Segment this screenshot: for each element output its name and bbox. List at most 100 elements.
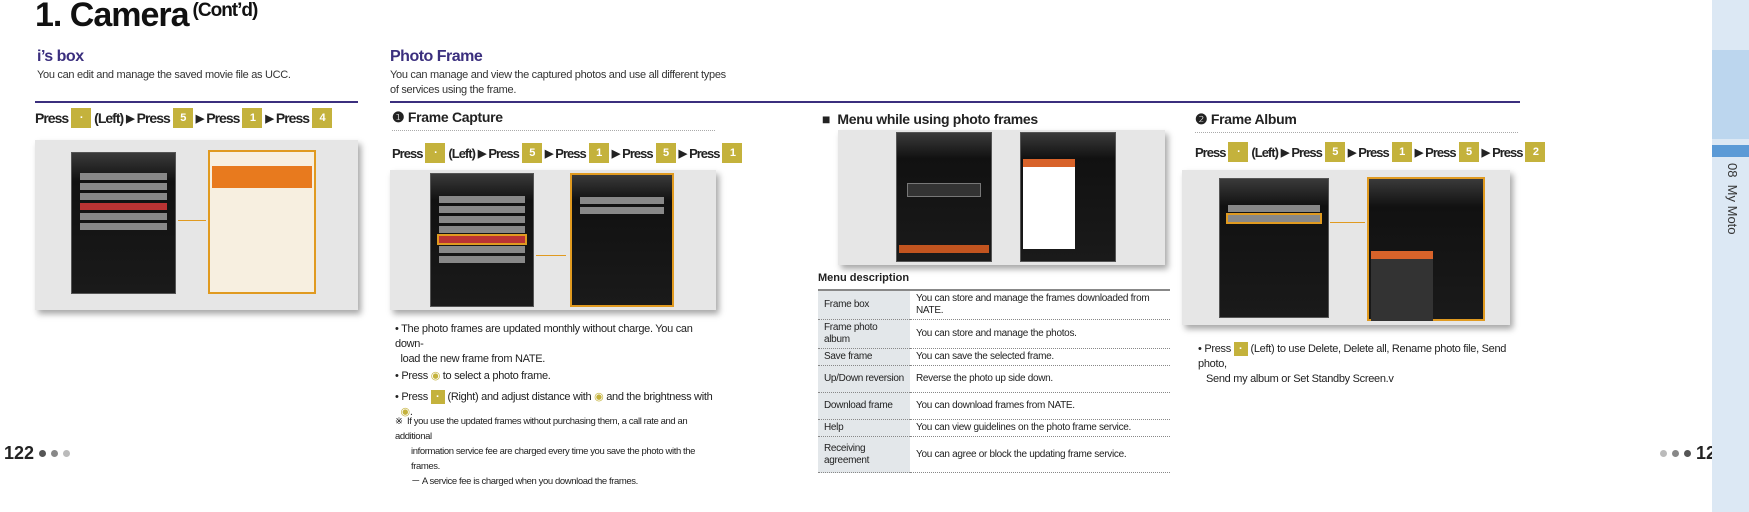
left-page-number: 122 xyxy=(4,443,71,464)
row-desc: You can download frames from NATE. xyxy=(910,392,1170,420)
row-name: Help xyxy=(818,419,910,437)
heading-text: Frame Capture xyxy=(407,109,503,125)
arrow-icon: ▶ xyxy=(1347,146,1357,159)
note-text: information service fee are charged ever… xyxy=(411,446,696,472)
arrow-icon: ▶ xyxy=(1280,146,1290,159)
arrow-icon: ▶ xyxy=(544,147,554,160)
photo-frame-description-1: You can manage and view the captured pho… xyxy=(390,69,726,81)
press-text: Press xyxy=(1291,144,1322,160)
phone-screen xyxy=(1367,177,1485,321)
heading-text: Frame Album xyxy=(1210,111,1297,127)
frame-album-screenshot xyxy=(1182,170,1510,325)
arrow-icon: ▶ xyxy=(195,112,205,125)
dot-icon xyxy=(39,450,47,457)
phone-screen xyxy=(896,132,992,262)
arrow-connector xyxy=(536,255,566,256)
dot-icon xyxy=(63,450,71,457)
photo-frame-heading: Photo Frame xyxy=(390,48,483,65)
arrow-icon: ▶ xyxy=(126,112,135,125)
isbox-heading: i’s box xyxy=(37,48,84,65)
frame-capture-heading: ❶ Frame Capture xyxy=(392,109,503,126)
press-text: Press xyxy=(1195,144,1226,160)
nav-key-icon: ◉ xyxy=(430,370,441,382)
isbox-screenshot xyxy=(35,140,358,310)
arrow-icon: ▶ xyxy=(477,147,487,160)
press-text: (Left) xyxy=(94,110,124,126)
dot-icon xyxy=(51,450,59,457)
soft-key: · xyxy=(425,143,446,163)
key-5: 5 xyxy=(1458,142,1479,162)
frame-album-bullet: • Press · (Left) to use Delete, Delete a… xyxy=(1198,342,1518,387)
isbox-description: You can edit and manage the saved movie … xyxy=(37,69,291,81)
frame-capture-press-sequence: Press · (Left) ▶ Press 5 ▶ Press 1 ▶ Press 5 ▶ P… xyxy=(392,143,743,163)
menu-screenshot xyxy=(838,130,1165,265)
divider xyxy=(35,101,358,103)
arrow-icon: ▶ xyxy=(1414,146,1424,159)
row-name: Save frame xyxy=(818,348,910,366)
photo-frame-description-2: of services using the frame. xyxy=(390,84,517,96)
bullet-text: Send my album or Set Standby Screen.v xyxy=(1206,373,1394,385)
phone-screen xyxy=(208,150,316,294)
key-1: 1 xyxy=(242,108,263,128)
title-suffix: (Cont’d) xyxy=(192,0,259,21)
row-name: Receiving agreement xyxy=(818,436,910,473)
phone-screen xyxy=(1020,132,1116,262)
key-1: 1 xyxy=(1391,142,1412,162)
press-text: Press xyxy=(1492,144,1523,160)
frame-capture-note: ※ If you use the updated frames without … xyxy=(395,414,725,489)
key-2: 2 xyxy=(1525,142,1546,162)
bullet-item: • Press ◉ to select a photo frame. xyxy=(395,370,551,382)
press-text: Press xyxy=(136,110,171,126)
dotted-divider xyxy=(1195,132,1518,133)
phone-screen xyxy=(71,152,176,294)
press-text: Press xyxy=(275,110,310,126)
dotted-divider xyxy=(392,130,715,131)
table-row: Frame photo album You can store and manag… xyxy=(818,319,1170,349)
key-5: 5 xyxy=(521,143,542,163)
arrow-connector xyxy=(1330,222,1365,223)
frame-album-press-sequence: Press · (Left) ▶ Press 5 ▶ Press 1 ▶ Press 5 ▶ P… xyxy=(1195,142,1546,162)
press-text: Press xyxy=(206,110,240,126)
page-number: 122 xyxy=(4,443,35,463)
title-main: 1. Camera xyxy=(35,0,190,34)
key-5: 5 xyxy=(655,143,676,163)
bullet-item: • The photo frames are updated monthly w… xyxy=(395,323,693,365)
row-desc: You can agree or block the updating fram… xyxy=(910,436,1170,473)
soft-key-icon: · xyxy=(1233,342,1248,356)
key-4: 4 xyxy=(312,108,333,128)
row-name: Download frame xyxy=(818,392,910,420)
chapter-sidebar: 08 My Moto xyxy=(1712,0,1749,512)
phone-screen xyxy=(430,173,534,307)
soft-key-icon: · xyxy=(430,390,445,404)
sidebar-block xyxy=(1712,50,1749,139)
arrow-icon: ▶ xyxy=(678,147,688,160)
bullet-text: Press xyxy=(401,370,428,382)
bullet-text: to select a photo frame. xyxy=(442,370,551,382)
note-mark: ※ xyxy=(395,416,403,427)
square-bullet-icon: ■ xyxy=(822,111,831,127)
chapter-label: 08 My Moto xyxy=(1725,163,1740,235)
arrow-icon: ▶ xyxy=(265,112,274,125)
table-row: Download frame You can download frames fr… xyxy=(818,392,1170,420)
table-row: Up/Down reversion Reverse the photo up si… xyxy=(818,365,1170,393)
press-text: Press xyxy=(622,145,653,161)
nav-key-icon: ◉ xyxy=(594,391,604,403)
row-desc: Reverse the photo up side down. xyxy=(910,365,1170,393)
table-row: Frame box You can store and manage the fr… xyxy=(818,290,1170,320)
press-text: Press xyxy=(35,110,69,126)
row-desc: You can store and manage the photos. xyxy=(910,319,1170,349)
dot-icon xyxy=(1672,450,1679,457)
menu-description-table: Frame box You can store and manage the fr… xyxy=(818,289,1170,473)
press-text: (Left) xyxy=(1251,144,1278,160)
bullet-text: Press xyxy=(1204,343,1231,355)
row-name: Up/Down reversion xyxy=(818,365,910,393)
key-1: 1 xyxy=(588,143,609,163)
press-text: Press xyxy=(1425,144,1456,160)
press-text: Press xyxy=(488,145,519,161)
arrow-icon: ▶ xyxy=(1481,146,1491,159)
press-text: (Left) xyxy=(448,145,475,161)
row-desc: You can view guidelines on the photo fra… xyxy=(910,419,1170,437)
bullet-text: Press xyxy=(401,391,428,403)
press-text: Press xyxy=(555,145,586,161)
bullet-text: (Right) and adjust distance with xyxy=(447,391,592,403)
